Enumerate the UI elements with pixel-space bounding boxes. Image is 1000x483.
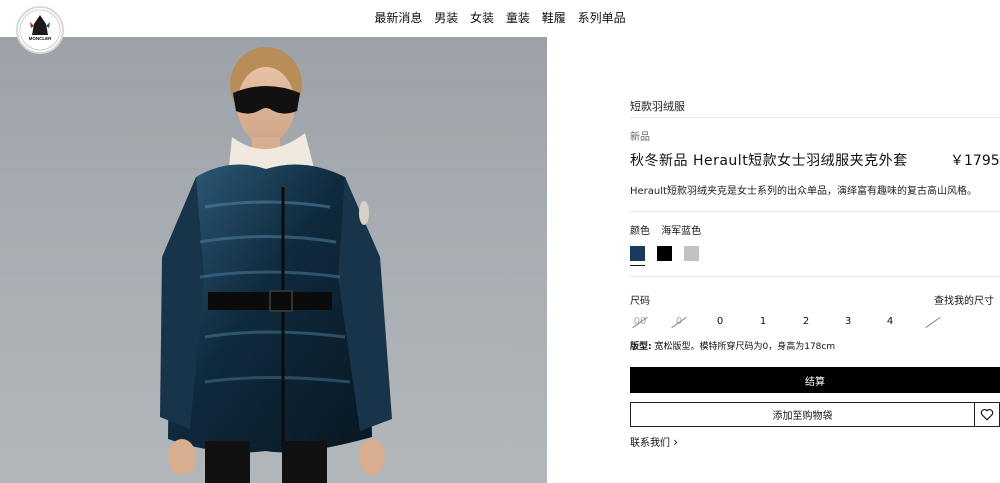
color-label: 颜色 — [630, 226, 650, 237]
divider — [630, 211, 1000, 212]
product-description: Herault短款羽绒夹克是女士系列的出众单品，演绎富有趣味的复古高山风格。 — [630, 186, 977, 197]
nav-item-collections[interactable]: 系列单品 — [578, 9, 626, 26]
moncler-logo[interactable]: MONCLER — [16, 6, 64, 54]
fit-info: 版型: 宽松版型。模特所穿尺码为0，身高为178cm — [630, 339, 835, 352]
nav-item-women[interactable]: 女装 — [470, 9, 494, 26]
header: MONCLER 最新消息 男装 女装 童装 鞋履 系列单品 — [0, 0, 1000, 54]
wishlist-button[interactable] — [975, 402, 1000, 427]
size-option[interactable]: 0 — [669, 316, 689, 327]
size-label: 尺码 — [630, 296, 650, 307]
checkout-button[interactable]: 结算 — [630, 367, 1000, 393]
breadcrumb[interactable]: 短款羽绒服 — [630, 98, 685, 114]
product-image — [0, 37, 547, 483]
svg-text:MONCLER: MONCLER — [29, 36, 52, 41]
divider — [630, 276, 1000, 277]
color-value: 海军蓝色 — [661, 226, 702, 237]
size-guide-label: 查找我的尺寸 — [934, 296, 994, 307]
main-nav: 最新消息 男装 女装 童装 鞋履 系列单品 — [0, 9, 1000, 26]
nav-item-men[interactable]: 男装 — [434, 9, 458, 26]
add-to-bag-button[interactable]: 添加至购物袋 — [630, 402, 975, 427]
product-price: ￥17950 — [950, 153, 1000, 169]
size-option[interactable]: 3 — [838, 316, 858, 327]
model-wearing-jacket-illustration — [160, 47, 392, 483]
size-option[interactable]: 2 — [796, 316, 816, 327]
contact-us-label: 联系我们 — [630, 438, 670, 449]
product-title: 秋冬新品 Herault短款女士羽绒服夹克外套 — [630, 153, 908, 169]
swatch-grey[interactable] — [684, 246, 699, 261]
fit-label: 版型: — [630, 342, 652, 352]
size-guide-link[interactable]: 查找我的尺寸 › — [934, 292, 1000, 307]
contact-us-link[interactable]: 联系我们 › — [630, 434, 678, 449]
size-option[interactable]: 0 — [710, 316, 730, 327]
nav-item-shoes[interactable]: 鞋履 — [542, 9, 566, 26]
nav-item-news[interactable]: 最新消息 — [374, 9, 422, 26]
swatch-black[interactable] — [657, 246, 672, 261]
size-option[interactable]: 1 — [753, 316, 773, 327]
nav-item-children[interactable]: 童装 — [506, 9, 530, 26]
swatch-navy[interactable] — [630, 246, 645, 261]
size-option[interactable]: 00 — [630, 316, 650, 327]
divider — [630, 117, 1000, 118]
selected-swatch-indicator — [630, 265, 645, 266]
new-tag: 新品 — [630, 132, 650, 143]
color-selector-label: 颜色 海军蓝色 — [630, 222, 709, 237]
chevron-right-icon: › — [673, 435, 678, 449]
size-option[interactable]: 4 — [880, 316, 900, 327]
moncler-rooster-icon: MONCLER — [19, 9, 61, 51]
heart-icon — [980, 408, 994, 421]
fit-text: 宽松版型。模特所穿尺码为0，身高为178cm — [654, 342, 836, 352]
